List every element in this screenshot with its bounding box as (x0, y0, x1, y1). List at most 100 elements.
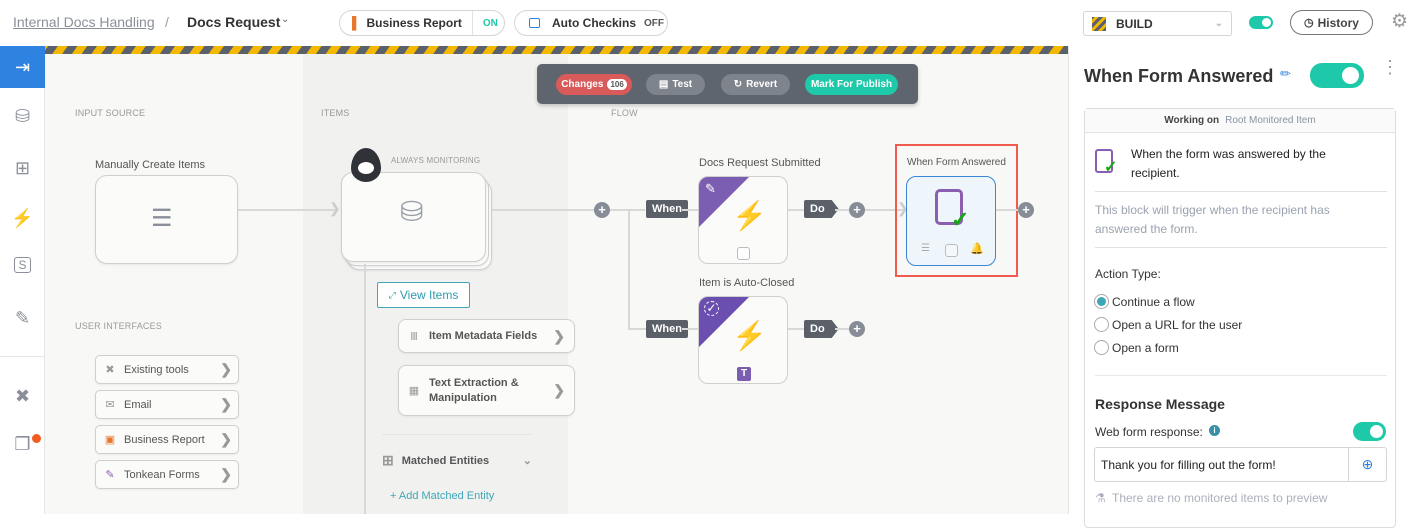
breadcrumb-current[interactable]: Docs Request (187, 14, 280, 30)
revert-icon: ↻ (733, 79, 743, 90)
feature-label: Item Metadata Fields (429, 330, 538, 342)
business-report-toggle[interactable]: ▌ Business Report ON (339, 10, 505, 36)
trigger-title: Item is Auto-Closed (699, 277, 795, 289)
mark-for-publish-button[interactable]: Mark For Publish (805, 74, 898, 95)
add-matched-entity-link[interactable]: + Add Matched Entity (390, 490, 494, 502)
radio-label: Open a URL for the user (1112, 317, 1243, 332)
chevron-right-icon: ❯ (220, 361, 232, 377)
do-tag: Do (804, 200, 839, 218)
s-box-icon[interactable]: S (0, 257, 45, 273)
history-button[interactable]: ◷ History (1290, 10, 1373, 35)
notification-dot (32, 434, 41, 443)
divider (1095, 375, 1387, 376)
connector-line (835, 328, 849, 330)
response-message-field[interactable]: Thank you for filling out the form! ⊕ (1094, 447, 1387, 482)
add-action-button[interactable]: + (849, 321, 865, 337)
divider (1095, 191, 1387, 192)
lightning-icon[interactable]: ⚡ (0, 208, 45, 229)
working-on-value[interactable]: Root Monitored Item (1225, 115, 1316, 126)
auto-closed-trigger[interactable]: ✓ ⚡ T (698, 296, 788, 384)
toggle-knob (1262, 18, 1271, 27)
workflow-canvas: INPUT SOURCE ITEMS FLOW USER INTERFACES … (45, 54, 1068, 514)
radio-button[interactable] (1094, 317, 1109, 332)
text-extraction-button[interactable]: ▦ Text Extraction & Manipulation ❯ (398, 365, 575, 416)
expand-panel-icon[interactable]: ⇥ (0, 46, 45, 88)
checkbox[interactable] (737, 247, 750, 260)
revert-label: Revert (746, 79, 778, 90)
layers-icon[interactable]: ❐ (0, 434, 45, 455)
filter-icon: ☰ (921, 243, 930, 254)
view-items-button[interactable]: ⤢ View Items (377, 282, 470, 308)
radio-button[interactable] (1094, 340, 1109, 355)
revert-button[interactable]: ↻ Revert (721, 74, 790, 95)
trigger-title: Docs Request Submitted (699, 157, 821, 169)
working-on-label: Working on (1164, 115, 1220, 126)
ui-item-existing-tools[interactable]: ✖ Existing tools ❯ (95, 355, 239, 384)
connector-line (492, 209, 595, 211)
more-options-icon[interactable]: ⋮ (1381, 58, 1399, 76)
environment-select[interactable]: BUILD ⌄ (1083, 11, 1232, 36)
database-icon[interactable]: ⛁ (0, 106, 45, 127)
checkbox[interactable] (945, 244, 958, 257)
ui-item-email[interactable]: ✉ Email ❯ (95, 390, 239, 419)
edit-pencil-icon[interactable]: ✏ (1280, 66, 1291, 82)
environment-toggle[interactable] (1249, 16, 1273, 29)
ui-item-tonkean-forms[interactable]: ✎ Tonkean Forms ❯ (95, 460, 239, 489)
add-step-button[interactable]: + (1018, 202, 1034, 218)
plug-icon[interactable]: ✖ (0, 386, 45, 407)
report-icon: ▣ (104, 434, 116, 446)
radio-continue-flow[interactable]: Continue a flow (1094, 290, 1242, 313)
radio-open-form[interactable]: Open a form (1094, 336, 1242, 359)
response-message-heading: Response Message (1095, 396, 1225, 412)
monitored-items-node[interactable]: ⛁ (341, 172, 486, 262)
chevron-down-icon[interactable]: ⌄ (281, 14, 289, 25)
radio-button-selected[interactable] (1094, 294, 1109, 309)
block-enabled-toggle[interactable] (1310, 63, 1364, 88)
info-icon[interactable]: i (1209, 425, 1220, 436)
arrow-icon: ❯ (329, 200, 341, 216)
add-step-button[interactable]: + (594, 202, 610, 218)
radio-open-url[interactable]: Open a URL for the user (1094, 313, 1242, 336)
manual-create-items-node[interactable]: ☰ (95, 175, 238, 264)
chevron-right-icon: ❯ (553, 382, 565, 398)
plug-icon: ✖ (105, 364, 115, 376)
form-edit-icon[interactable]: ✎ (0, 308, 45, 329)
matched-entities-header[interactable]: ⊞ Matched Entities ⌄ (382, 452, 532, 469)
web-form-response-label: Web form response: (1095, 425, 1203, 439)
chevron-down-icon: ⌄ (1214, 18, 1223, 29)
breadcrumb-parent-link[interactable]: Internal Docs Handling (13, 14, 155, 30)
block-description: This block will trigger when the recipie… (1095, 203, 1330, 236)
environment-value: BUILD (1116, 16, 1153, 31)
action-type-radio-group: Continue a flow Open a URL for the user … (1094, 290, 1242, 359)
grid-icon[interactable]: ⊞ (0, 158, 45, 179)
connector-line (996, 209, 1018, 211)
view-items-label: View Items (399, 288, 459, 302)
green-check-icon: ✓ (1104, 159, 1118, 176)
web-form-response-toggle[interactable] (1353, 422, 1386, 441)
item-metadata-fields-button[interactable]: Ⅲ Item Metadata Fields ❯ (398, 319, 575, 353)
docs-request-submitted-trigger[interactable]: ✎ ⚡ (698, 176, 788, 264)
auto-checkins-label: Auto Checkins (552, 16, 637, 30)
publish-label: Mark For Publish (810, 79, 893, 90)
when-form-answered-node[interactable]: ✓ ☰ 🔔 (906, 176, 996, 266)
ui-item-business-report[interactable]: ▣ Business Report ❯ (95, 425, 239, 454)
response-message-value: Thank you for filling out the form! (1101, 457, 1276, 472)
build-hazard-stripe (45, 46, 1068, 54)
ui-item-label: Business Report (124, 433, 205, 446)
monkey-mascot-icon (351, 148, 381, 182)
items-label: ITEMS (321, 108, 350, 118)
business-report-state: ON (482, 17, 498, 29)
ui-item-label: Tonkean Forms (124, 468, 200, 481)
block-details-card: Working on Root Monitored Item ✓ When th… (1084, 108, 1396, 528)
changes-button[interactable]: Changes 106 (556, 74, 632, 95)
auto-checkins-toggle[interactable]: Auto Checkins OFF (514, 10, 668, 36)
clipboard-icon: ▤ (658, 79, 669, 90)
chevron-right-icon: ❯ (220, 466, 232, 482)
test-button[interactable]: ▤ Test (646, 74, 705, 95)
insert-field-icon[interactable]: ⊕ (1348, 448, 1386, 481)
history-label: History (1317, 15, 1359, 30)
gear-icon[interactable]: ⚙ (1391, 10, 1408, 33)
add-action-button[interactable]: + (849, 202, 865, 218)
t-badge: T (737, 367, 751, 381)
user-interfaces-label: USER INTERFACES (75, 321, 163, 331)
